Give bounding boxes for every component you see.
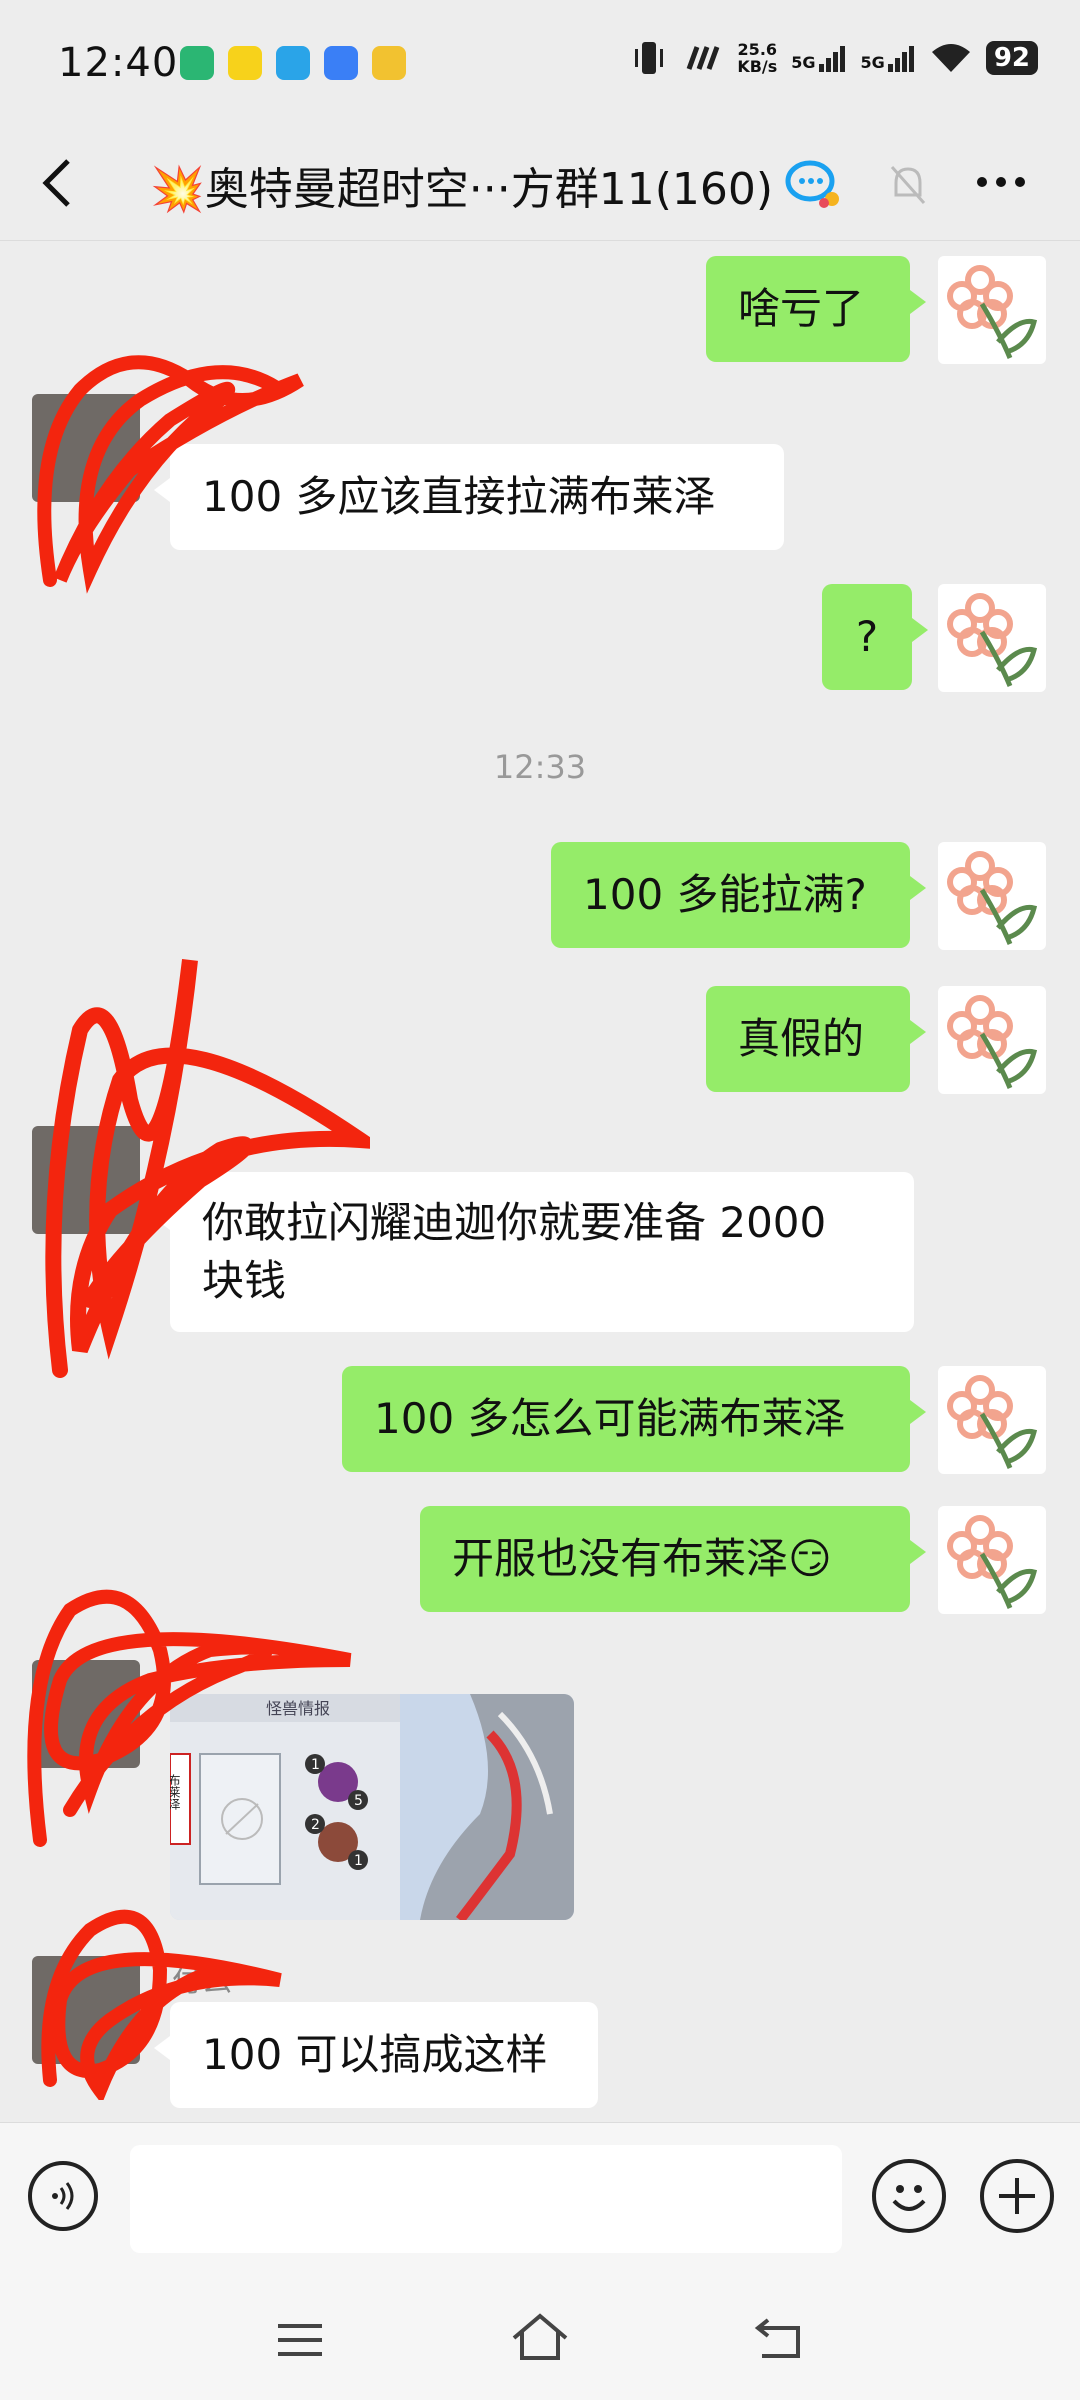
more-dots-icon[interactable]: [976, 175, 1026, 189]
my-avatar[interactable]: [938, 842, 1046, 950]
message-input[interactable]: [130, 2145, 842, 2253]
sender-avatar[interactable]: [32, 1956, 140, 2064]
composer-bar: [0, 2122, 1080, 2277]
emoji-button[interactable]: [872, 2159, 946, 2233]
sender-avatar[interactable]: [32, 394, 140, 502]
reading-app-icon: [180, 46, 214, 80]
flower-icon: [947, 995, 1038, 1089]
svg-text:1: 1: [311, 1757, 320, 1773]
message-bubble-received[interactable]: 100 可以搞成这样: [154, 2002, 598, 2108]
home-icon[interactable]: [510, 2312, 570, 2362]
status-indicators: 25.6 KB/s 5G 5G 92: [629, 40, 1038, 76]
sender-name: 付么: [172, 1964, 232, 1999]
message-text: 100 多应该直接拉满布莱泽: [202, 472, 716, 521]
battery-level: 92: [985, 41, 1038, 75]
time-divider: 12:33: [493, 748, 587, 786]
message-text: 啥亏了: [738, 284, 865, 333]
my-avatar[interactable]: [938, 1506, 1046, 1614]
message-bubble-received[interactable]: 你敢拉闪耀迪迦你就要准备 2000 块钱: [154, 1172, 914, 1332]
more-functions-button[interactable]: [980, 2159, 1054, 2233]
message-bubble-sent[interactable]: 开服也没有布莱泽😏: [420, 1506, 926, 1612]
signal-1: 5G: [791, 44, 846, 72]
telegram-icon: [276, 46, 310, 80]
network-speed: 25.6 KB/s: [737, 40, 778, 76]
message-text: 真假的: [738, 1014, 865, 1063]
message-bubble-sent[interactable]: ?: [822, 584, 928, 690]
nfc-icon: [686, 46, 720, 70]
browser-icon: [324, 46, 358, 80]
notification-icons: [180, 46, 406, 80]
sticker-side-text: 布莱泽: [170, 1774, 181, 1810]
wifi-icon: [931, 44, 970, 72]
sender-avatar[interactable]: [32, 1126, 140, 1234]
flower-icon: [947, 1375, 1038, 1469]
message-text: ?: [855, 612, 879, 661]
flower-icon: [947, 851, 1038, 945]
svg-text:2: 2: [311, 1817, 320, 1833]
my-avatar[interactable]: [938, 1366, 1046, 1474]
message-bubble-sent[interactable]: 100 多能拉满?: [551, 842, 926, 948]
back-nav-icon[interactable]: [754, 2316, 804, 2360]
chat-title[interactable]: 💥奥特曼超时空···方群11(160): [150, 153, 773, 217]
message-bubble-sent[interactable]: 真假的: [706, 986, 926, 1092]
message-text-line: 你敢拉闪耀迪迦你就要准备 2000: [202, 1198, 827, 1247]
group-chat-icon[interactable]: [784, 157, 844, 211]
message-bubble-sent[interactable]: 100 多怎么可能满布莱泽: [342, 1366, 926, 1472]
flower-icon: [947, 593, 1038, 687]
sender-avatar[interactable]: [32, 1660, 140, 1768]
my-avatar[interactable]: [938, 986, 1046, 1094]
message-text: 100 多能拉满?: [583, 870, 867, 919]
signal-2: 5G: [861, 44, 916, 72]
files-icon: [372, 46, 406, 80]
menu-icon[interactable]: [276, 2320, 324, 2360]
status-bar: 12:40 25.6 KB/s 5G 5G 92: [0, 0, 1080, 125]
message-bubble-received[interactable]: 100 多应该直接拉满布莱泽: [154, 444, 784, 550]
novel-app-icon: [228, 46, 262, 80]
plus-icon: [999, 2178, 1035, 2214]
bell-muted-icon: [890, 166, 926, 204]
flower-icon: [947, 265, 1038, 359]
game-screenshot-image: 怪兽情报 布莱泽 1 5 2 1: [170, 1694, 574, 1920]
message-text: 开服也没有布莱泽😏: [452, 1534, 832, 1583]
svg-text:1: 1: [354, 1853, 363, 1869]
flower-icon: [947, 1515, 1038, 1609]
voice-icon: [52, 2182, 74, 2210]
message-text-line: 块钱: [202, 1256, 287, 1305]
my-avatar[interactable]: [938, 256, 1046, 364]
system-nav-bar: [0, 2276, 1080, 2400]
voice-button[interactable]: [28, 2161, 98, 2231]
svg-text:5: 5: [354, 1793, 363, 1809]
emoji-icon: [892, 2185, 926, 2211]
sticker-header-text: 怪兽情报: [266, 1699, 330, 1718]
clock: 12:40: [58, 40, 179, 86]
image-message[interactable]: 怪兽情报 布莱泽 1 5 2 1: [170, 1694, 574, 1920]
back-arrow-icon[interactable]: [38, 153, 78, 213]
message-text: 100 可以搞成这样: [202, 2030, 548, 2079]
message-text: 100 多怎么可能满布莱泽: [374, 1394, 846, 1443]
vibrate-icon: [635, 42, 664, 74]
message-bubble-sent[interactable]: 啥亏了: [706, 256, 926, 362]
my-avatar[interactable]: [938, 584, 1046, 692]
chat-header: 💥奥特曼超时空···方群11(160): [0, 125, 1080, 241]
